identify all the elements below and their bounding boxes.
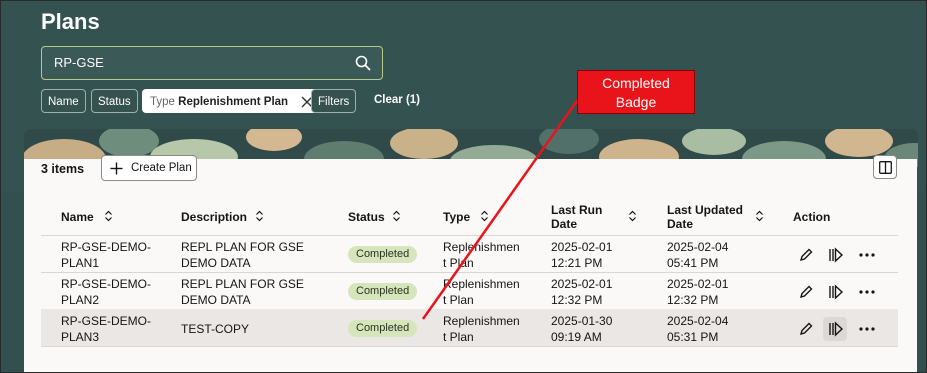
callout-arrow <box>421 97 581 320</box>
callout-line2: Badge <box>615 94 657 110</box>
callout-line1: Completed <box>602 75 670 91</box>
completed-badge-callout: Completed Badge <box>577 70 695 114</box>
app-window: Plans RP-GSE Name Status Type Replenishm… <box>0 0 927 373</box>
